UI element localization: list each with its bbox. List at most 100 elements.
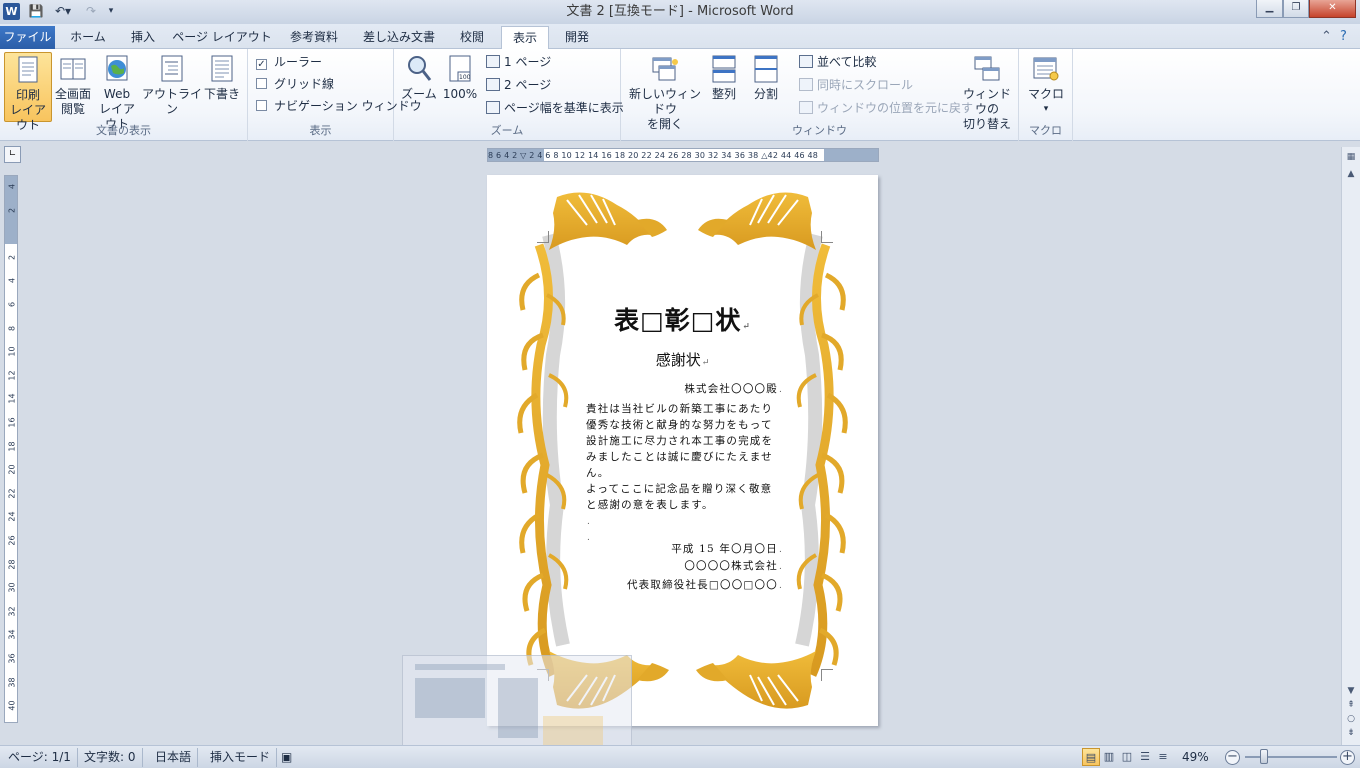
reset-window-position-button[interactable]: ウィンドウの位置を元に戻す — [799, 98, 973, 118]
group-label-window: ウィンドウ — [792, 124, 847, 137]
macros-button[interactable]: マクロ ▾ — [1027, 52, 1065, 122]
macro-recording-icon[interactable]: ▣ — [275, 748, 298, 767]
tab-references[interactable]: 参考資料 — [280, 26, 348, 49]
print-layout-button[interactable]: 印刷 レイアウト — [4, 52, 52, 132]
scroll-up-icon[interactable]: ▲ — [1344, 167, 1358, 181]
zoom-100-button[interactable]: 100 100% — [441, 52, 479, 122]
scroll-down-icon[interactable]: ▼ — [1344, 684, 1358, 698]
sync-scroll-icon — [799, 78, 813, 91]
vertical-ruler[interactable]: 4 2 2 4 6 8 10 12 14 16 18 20 22 24 26 28 30 32 34 36 38 40 — [4, 175, 18, 723]
tab-insert[interactable]: 挿入 — [122, 26, 164, 49]
print-layout-view-icon[interactable]: ▤ — [1082, 748, 1100, 766]
company-line[interactable]: 〇〇〇〇株式会社. — [684, 558, 783, 575]
signatory-line[interactable]: 代表取締役社長□〇〇□〇〇. — [627, 577, 783, 594]
side-by-side-label: 並べて比較 — [817, 55, 877, 69]
body-line-empty[interactable]: . — [586, 513, 591, 530]
tab-file[interactable]: ファイル — [0, 26, 55, 49]
page-number-status[interactable]: ページ: 1/1 — [2, 748, 78, 767]
full-screen-reading-button[interactable]: 全画面 閲覧 — [52, 52, 94, 122]
document-page[interactable]: 表□彰□状↵ 感謝状↵ 株式会社〇〇〇殿. 貴社は当社ビルの新築工事にあたり 優… — [487, 175, 878, 726]
view-ruler-icon[interactable]: ▦ — [1344, 150, 1358, 164]
date-line[interactable]: 平成 15 年〇月〇日. — [671, 541, 783, 558]
horizontal-ruler[interactable]: 8 6 4 2 ▽ 2 4 6 8 10 12 14 16 18 20 22 2… — [487, 148, 879, 162]
zoom-level[interactable]: 49% — [1176, 748, 1215, 767]
minimize-button[interactable]: ▁ — [1256, 0, 1283, 18]
tab-review[interactable]: 校閲 — [450, 26, 494, 49]
two-pages-icon — [486, 78, 500, 91]
document-subtitle[interactable]: 感謝状↵ — [487, 349, 878, 370]
tab-view[interactable]: 表示 — [501, 26, 549, 50]
one-page-button[interactable]: 1 ページ — [486, 52, 551, 72]
language-status[interactable]: 日本語 — [149, 748, 199, 767]
vertical-ruler-tick: 34 — [7, 629, 17, 640]
tab-developer[interactable]: 開発 — [556, 26, 598, 49]
tab-mailings[interactable]: 差し込み文書 — [356, 26, 442, 49]
body-line[interactable]: ん。 — [586, 465, 609, 481]
globe-icon — [106, 55, 128, 81]
close-button[interactable]: ✕ — [1309, 0, 1356, 18]
two-pages-button[interactable]: 2 ページ — [486, 75, 551, 95]
group-label-zoom: ズーム — [490, 124, 524, 137]
outline-button[interactable]: アウトライン — [142, 52, 202, 122]
zoom-button[interactable]: ズーム — [400, 52, 438, 122]
body-line[interactable]: よってここに記念品を贈り深く敬意 — [586, 481, 772, 497]
split-button[interactable]: 分割 — [749, 52, 783, 122]
ruler-checkbox[interactable]: ✓ ルーラー — [256, 52, 322, 72]
body-line-empty[interactable]: . — [586, 529, 591, 546]
next-page-icon[interactable]: ⇟ — [1344, 726, 1358, 740]
view-side-by-side-button[interactable]: 並べて比較 — [799, 52, 877, 72]
reset-position-label: ウィンドウの位置を元に戻す — [817, 101, 974, 115]
split-label: 分割 — [753, 87, 778, 101]
synchronous-scrolling-button[interactable]: 同時にスクロール — [799, 75, 913, 95]
body-line[interactable]: 貴社は当社ビルの新築工事にあたり — [586, 401, 773, 417]
draft-button[interactable]: 下書き — [203, 52, 241, 122]
switch-windows-button[interactable]: ウィンドウの 切り替え — [959, 52, 1015, 131]
svg-text:100: 100 — [459, 74, 471, 81]
word-count-status[interactable]: 文字数: 0 — [78, 748, 143, 767]
minimize-ribbon-icon[interactable]: ⌃ — [1321, 29, 1332, 44]
macros-icon — [1033, 57, 1059, 81]
vertical-ruler-tick: 8 — [7, 325, 17, 331]
tab-selector[interactable]: ∟ — [4, 146, 21, 163]
two-pages-label: 2 ページ — [504, 78, 552, 92]
outline-label: アウトライン — [142, 87, 203, 116]
full-screen-view-icon[interactable]: ▥ — [1100, 748, 1118, 766]
zoom-in-icon[interactable]: + — [1340, 750, 1355, 765]
vertical-ruler-tick: 10 — [7, 346, 17, 357]
sync-scroll-label: 同時にスクロール — [817, 78, 914, 92]
new-window-icon — [652, 57, 678, 81]
body-line[interactable]: と感謝の意を表します。 — [586, 497, 714, 513]
restore-button[interactable]: ❐ — [1283, 0, 1309, 18]
help-icon[interactable]: ? — [1340, 29, 1347, 44]
crop-mark-bottom-right — [821, 669, 833, 681]
vertical-scrollbar[interactable]: ▦ ▲ ▼ ⇞ ○ ⇟ — [1341, 147, 1360, 745]
group-zoom: ズーム 100 100% 1 ページ 2 ページ ページ幅を基準に表示 ズーム — [394, 49, 624, 141]
draft-view-icon[interactable]: ≡ — [1154, 748, 1172, 766]
tab-page-layout[interactable]: ページ レイアウト — [172, 26, 272, 49]
zoom-out-icon[interactable]: − — [1225, 750, 1240, 765]
split-icon — [754, 55, 778, 83]
zoom-label: ズーム — [401, 87, 437, 101]
new-window-button[interactable]: 新しいウィンドウ を開く — [625, 52, 705, 131]
outline-view-icon[interactable]: ☰ — [1136, 748, 1154, 766]
group-label-document-views: 文書の表示 — [96, 124, 151, 137]
gridlines-checkbox[interactable]: グリッド線 — [256, 74, 334, 94]
document-title[interactable]: 表□彰□状↵ — [487, 301, 878, 337]
insert-mode-status[interactable]: 挿入モード — [204, 748, 278, 767]
page-width-button[interactable]: ページ幅を基準に表示 — [486, 98, 624, 118]
switch-windows-icon — [974, 56, 1000, 81]
web-layout-view-icon[interactable]: ◫ — [1118, 748, 1136, 766]
tab-home[interactable]: ホーム — [62, 26, 114, 49]
zoom-slider-track[interactable] — [1245, 756, 1337, 758]
crop-mark-top-right — [821, 231, 833, 243]
arrange-all-button[interactable]: 整列 — [707, 52, 741, 122]
zoom-slider-thumb[interactable] — [1260, 749, 1268, 764]
previous-page-icon[interactable]: ⇞ — [1344, 698, 1358, 712]
web-layout-button[interactable]: Web レイアウト — [95, 52, 139, 131]
body-line[interactable]: 設計施工に尽力され本工事の完成を — [586, 433, 773, 449]
body-line[interactable]: みましたことは誠に慶びにたえませ — [586, 449, 773, 465]
addressee-line[interactable]: 株式会社〇〇〇殿. — [684, 381, 783, 398]
group-document-views: 印刷 レイアウト 全画面 閲覧 Web レイアウト アウトライン 下書き 文書の… — [0, 49, 248, 141]
browse-object-icon[interactable]: ○ — [1344, 712, 1358, 726]
body-line[interactable]: 優秀な技術と献身的な努力をもって — [586, 417, 773, 433]
